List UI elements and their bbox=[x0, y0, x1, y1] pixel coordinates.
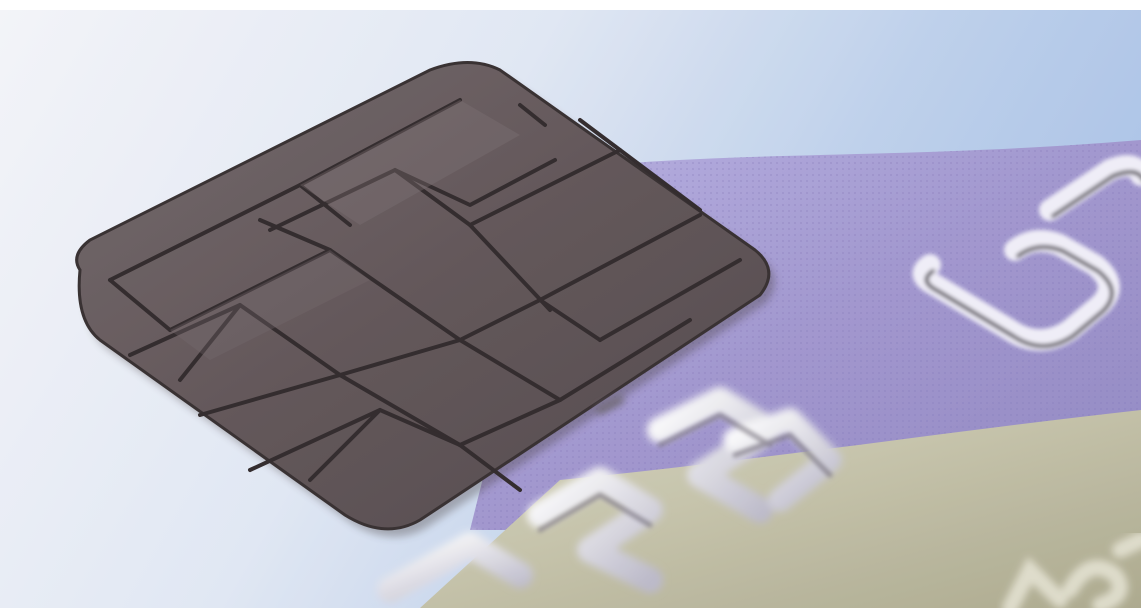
light-overlay bbox=[0, 10, 1141, 608]
card-photo-svg bbox=[0, 10, 1141, 608]
card-photo bbox=[0, 10, 1141, 608]
image-frame bbox=[0, 0, 1141, 608]
